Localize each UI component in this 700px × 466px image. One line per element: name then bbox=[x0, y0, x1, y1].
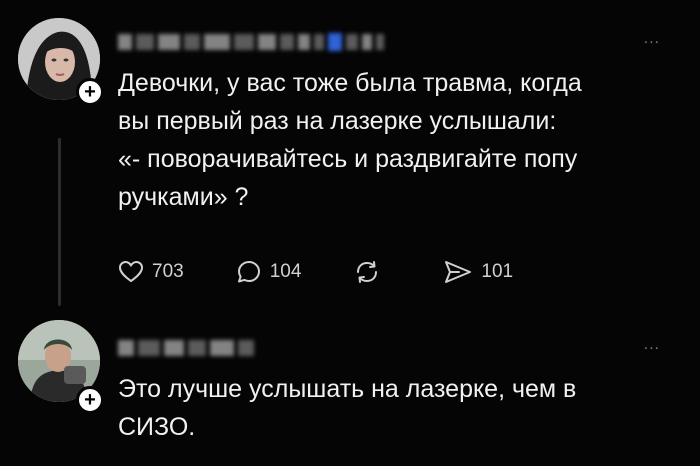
author-username-blurred[interactable] bbox=[118, 336, 254, 360]
verified-badge-icon bbox=[328, 33, 342, 51]
repost-icon bbox=[357, 261, 378, 283]
post-2: + ... Это лучше услышать на лазерке, чем… bbox=[0, 300, 700, 466]
heart-icon bbox=[118, 260, 144, 283]
like-button[interactable]: 703 bbox=[118, 260, 184, 284]
more-options-icon[interactable]: ... bbox=[644, 30, 660, 48]
more-options-icon[interactable]: ... bbox=[644, 336, 660, 354]
share-count: 101 bbox=[481, 261, 514, 282]
send-icon bbox=[445, 261, 472, 283]
post-text: Это лучше услышать на лазерке, чем в СИЗ… bbox=[118, 375, 577, 441]
comment-icon bbox=[237, 261, 260, 283]
post-text: Девочки, у вас тоже была травма, когда в… bbox=[118, 69, 582, 211]
author-username-blurred[interactable] bbox=[118, 30, 384, 54]
post-actions: 703 104 101 bbox=[118, 254, 513, 290]
post-1: + ... Девочки, у вас тоже была травма, к… bbox=[0, 0, 700, 300]
reply-count: 104 bbox=[269, 261, 302, 282]
thread-line bbox=[58, 138, 61, 306]
share-button[interactable]: 101 bbox=[443, 259, 513, 285]
reply-button[interactable]: 104 bbox=[236, 259, 302, 285]
follow-plus-icon[interactable]: + bbox=[76, 386, 104, 414]
like-count: 703 bbox=[152, 261, 184, 282]
repost-button[interactable] bbox=[353, 259, 381, 285]
follow-plus-icon[interactable]: + bbox=[76, 78, 104, 106]
